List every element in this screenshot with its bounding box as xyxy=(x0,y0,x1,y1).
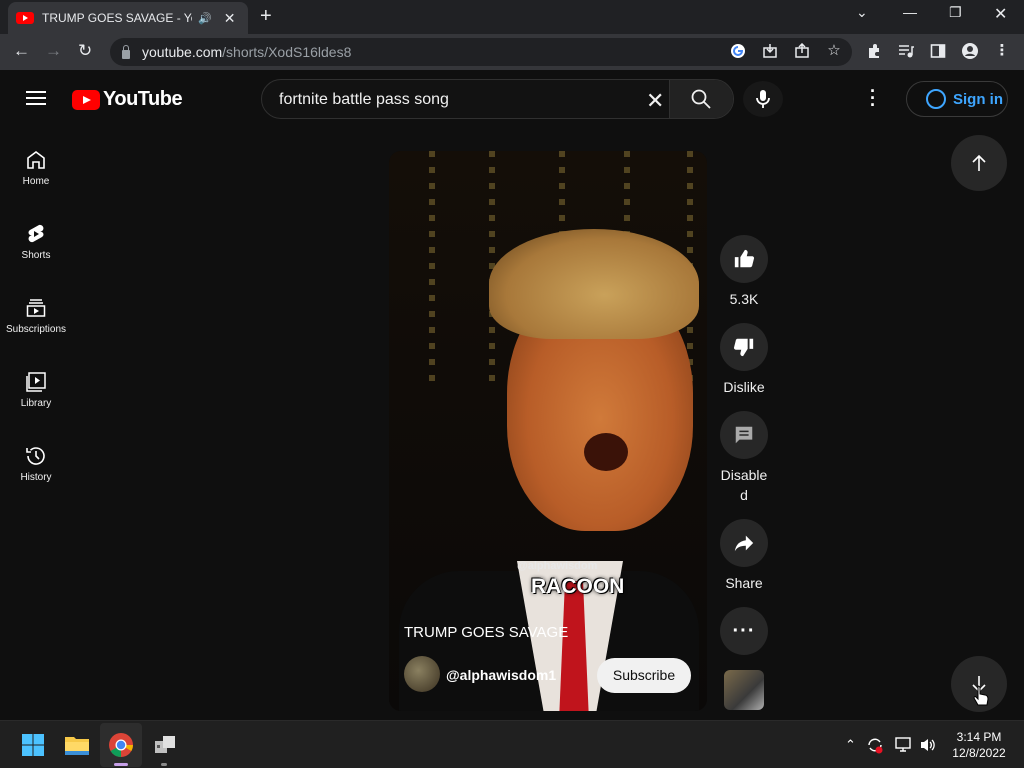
lock-icon[interactable] xyxy=(122,44,130,59)
short-title[interactable]: TRUMP GOES SAVAGE xyxy=(404,624,568,641)
video-caption: RACOON xyxy=(531,575,625,598)
close-window-button[interactable]: ✕ xyxy=(994,4,1007,24)
more-options-button[interactable]: ··· xyxy=(720,607,768,655)
comment-icon xyxy=(735,426,753,444)
video-watermark: @alphawisdom xyxy=(517,560,598,572)
video-subject-mouth xyxy=(584,433,628,471)
volume-icon[interactable] xyxy=(919,737,937,753)
thumbs-up-icon xyxy=(734,249,755,268)
side-panel-icon[interactable] xyxy=(930,43,946,59)
dislike-label: Dislike xyxy=(723,379,765,395)
like-count: 5.3K xyxy=(729,291,759,307)
back-button[interactable]: ← xyxy=(13,41,30,61)
file-explorer-icon[interactable] xyxy=(63,731,91,759)
google-lens-icon[interactable] xyxy=(730,43,746,59)
microphone-icon xyxy=(756,90,770,108)
start-icon[interactable] xyxy=(19,731,47,759)
install-app-icon[interactable] xyxy=(762,43,778,59)
dislike-button[interactable] xyxy=(720,323,768,371)
subscribe-button[interactable]: Subscribe xyxy=(597,658,691,693)
media-control-icon[interactable] xyxy=(898,43,914,59)
subscriptions-icon xyxy=(26,299,46,317)
comments-label: Disabled xyxy=(720,467,768,503)
search-icon xyxy=(691,89,711,109)
hand-cursor-icon xyxy=(973,685,989,706)
share-label: Share xyxy=(725,575,763,591)
youtube-favicon-icon xyxy=(16,12,34,24)
background-light-strip xyxy=(429,151,435,391)
bookmark-star-icon[interactable]: ☆ xyxy=(826,43,842,59)
youtube-masthead: YouTube fortnite battle pass song ✕ · · · … xyxy=(0,70,1024,126)
chrome-menu-icon[interactable]: ⋮ xyxy=(994,43,1010,59)
clock-time: 3:14 PM xyxy=(956,730,1002,744)
account-icon xyxy=(926,89,946,109)
running-app-indicator xyxy=(161,763,167,766)
browser-tab[interactable]: TRUMP GOES SAVAGE - YouTube 🔊 ✕ xyxy=(8,2,248,34)
minimize-button[interactable]: — xyxy=(903,4,917,20)
new-tab-button[interactable]: + xyxy=(260,5,272,28)
clock-date: 12/8/2022 xyxy=(952,746,1006,760)
sign-in-button[interactable]: Sign in xyxy=(906,81,1008,117)
extensions-icon[interactable] xyxy=(866,43,882,59)
share-button[interactable] xyxy=(720,519,768,567)
chrome-icon[interactable] xyxy=(107,731,135,759)
previous-short-button[interactable] xyxy=(951,135,1007,191)
home-icon xyxy=(27,151,45,169)
share-action: Share xyxy=(720,519,768,593)
system-clock[interactable]: 3:14 PM 12/8/2022 xyxy=(944,729,1014,761)
channel-name[interactable]: @alphawisdom1 xyxy=(446,667,556,683)
search-box: fortnite battle pass song ✕ xyxy=(261,79,734,119)
dislike-action: Dislike xyxy=(720,323,768,397)
network-app-icon[interactable] xyxy=(151,731,179,759)
more-action: ··· xyxy=(720,607,768,655)
sync-icon[interactable] xyxy=(866,736,884,754)
active-app-indicator xyxy=(114,763,128,766)
youtube-play-icon xyxy=(72,89,100,110)
comments-button[interactable] xyxy=(720,411,768,459)
menu-icon[interactable] xyxy=(26,91,46,105)
like-action: 5.3K xyxy=(720,235,768,309)
browser-tab-strip: TRUMP GOES SAVAGE - YouTube 🔊 ✕ + ⌄ — ❐ … xyxy=(0,0,1024,34)
channel-avatar[interactable] xyxy=(404,656,440,692)
history-icon xyxy=(26,447,45,465)
share-page-icon[interactable] xyxy=(794,43,810,59)
tray-chevron-icon[interactable]: ⌃ xyxy=(845,737,856,753)
tab-title: TRUMP GOES SAVAGE - YouTube xyxy=(42,11,192,25)
sidebar-item-library[interactable]: Library xyxy=(0,370,72,409)
sidebar-item-subscriptions[interactable]: Subscriptions xyxy=(0,296,72,335)
like-button[interactable] xyxy=(720,235,768,283)
windows-taskbar: ⌃ 3:14 PM 12/8/2022 xyxy=(0,720,1024,768)
url-text[interactable]: youtube.com/shorts/XodS16ldes8 xyxy=(142,44,351,60)
tab-search-icon[interactable]: ⌄ xyxy=(856,4,868,21)
search-button[interactable] xyxy=(669,80,733,118)
arrow-up-icon xyxy=(972,154,986,171)
profile-icon[interactable] xyxy=(962,43,978,59)
library-icon xyxy=(26,372,46,392)
more-horizontal-icon: ··· xyxy=(732,619,756,642)
sidebar-item-home[interactable]: Home xyxy=(0,148,72,187)
thumbs-down-icon xyxy=(733,338,754,357)
clear-search-icon[interactable]: ✕ xyxy=(646,88,664,114)
sidebar-item-history[interactable]: History xyxy=(0,444,72,483)
reload-button[interactable]: ↻ xyxy=(78,41,92,61)
sound-thumbnail[interactable] xyxy=(724,670,764,710)
close-tab-icon[interactable]: ✕ xyxy=(224,10,236,27)
sidebar-item-shorts[interactable]: Shorts xyxy=(0,222,72,261)
settings-menu-icon[interactable]: · · · xyxy=(870,82,876,114)
network-icon[interactable] xyxy=(895,737,913,753)
forward-button[interactable]: → xyxy=(45,41,62,61)
shorts-icon xyxy=(28,224,44,243)
voice-search-button[interactable] xyxy=(743,81,783,117)
shorts-video-player[interactable]: @alphawisdom RACOON TRUMP GOES SAVAGE @a… xyxy=(389,151,707,711)
video-subject-hair xyxy=(489,229,699,339)
comments-action: Disabled xyxy=(720,411,768,505)
youtube-logo[interactable]: YouTube xyxy=(72,88,183,111)
restore-button[interactable]: ❐ xyxy=(949,4,962,21)
audio-playing-icon[interactable]: 🔊 xyxy=(198,12,212,25)
share-arrow-icon xyxy=(734,535,754,552)
search-input[interactable]: fortnite battle pass song xyxy=(279,91,449,109)
